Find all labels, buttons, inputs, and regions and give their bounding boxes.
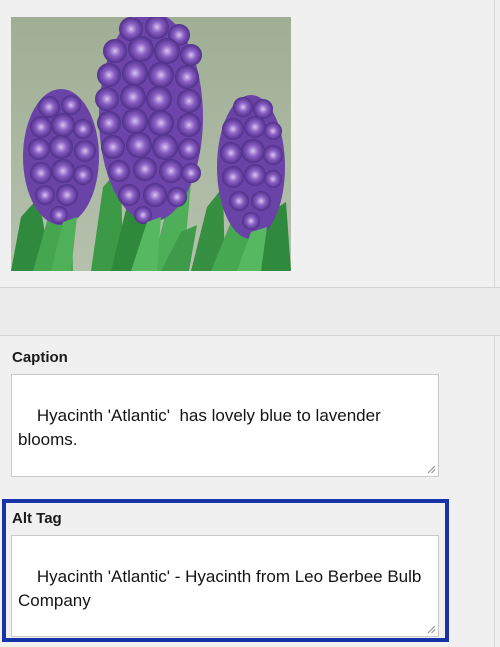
caption-label: Caption xyxy=(12,349,68,366)
resize-grip-icon[interactable] xyxy=(426,464,436,474)
media-details-panel: Caption Hyacinth 'Atlantic' has lovely b… xyxy=(0,0,500,647)
alt-tag-label: Alt Tag xyxy=(12,510,62,527)
alt-tag-text: Hyacinth 'Atlantic' - Hyacinth from Leo … xyxy=(18,567,427,610)
caption-text: Hyacinth 'Atlantic' has lovely blue to l… xyxy=(18,406,386,449)
caption-textarea[interactable]: Hyacinth 'Atlantic' has lovely blue to l… xyxy=(11,374,439,477)
alt-tag-textarea[interactable]: Hyacinth 'Atlantic' - Hyacinth from Leo … xyxy=(11,535,439,637)
hyacinth-image xyxy=(11,17,291,271)
separator-band xyxy=(0,287,500,336)
image-preview[interactable] xyxy=(11,17,291,271)
resize-grip-icon[interactable] xyxy=(426,624,436,634)
